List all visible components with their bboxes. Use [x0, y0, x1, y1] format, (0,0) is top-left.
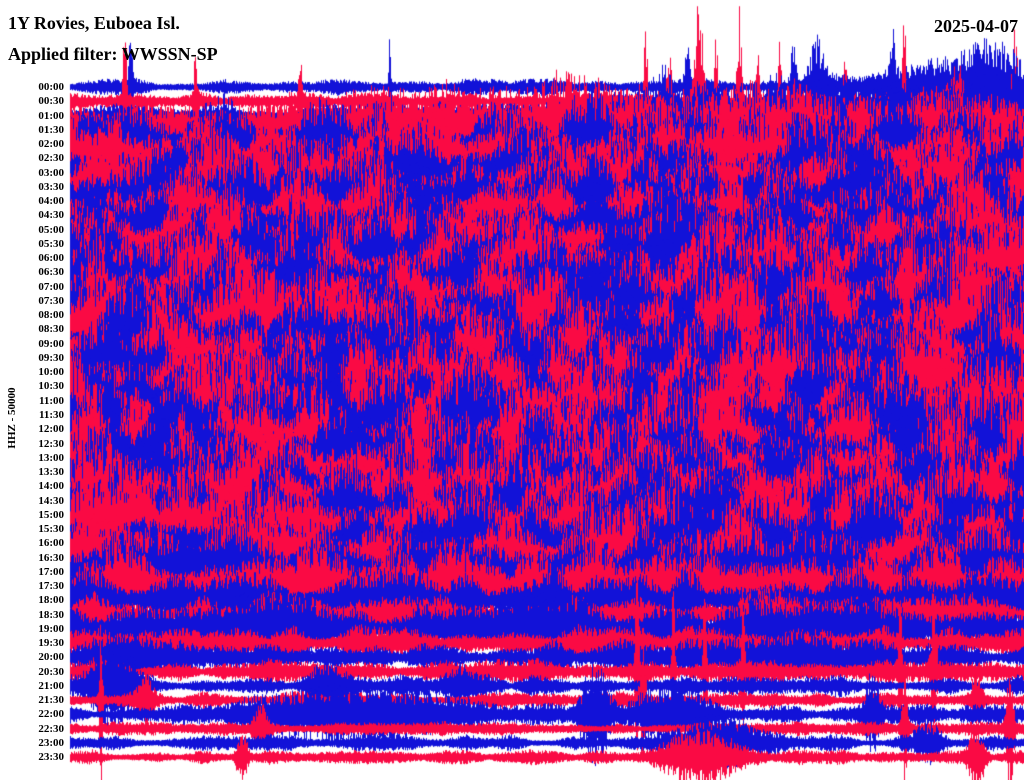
- helicorder-page: 1Y Rovies, Euboea Isl. Applied filter: W…: [0, 0, 1024, 780]
- time-label: 06:30: [0, 267, 64, 278]
- time-label: 16:00: [0, 538, 64, 549]
- time-label: 02:00: [0, 139, 64, 150]
- time-label: 17:00: [0, 567, 64, 578]
- helicorder-plot-canvas: [0, 0, 1024, 780]
- time-label: 03:30: [0, 182, 64, 193]
- time-label: 02:30: [0, 153, 64, 164]
- time-label: 08:30: [0, 324, 64, 335]
- time-label: 04:00: [0, 196, 64, 207]
- time-label: 00:00: [0, 82, 64, 93]
- time-label: 06:00: [0, 253, 64, 264]
- time-label: 20:00: [0, 652, 64, 663]
- time-label: 07:30: [0, 296, 64, 307]
- time-label: 10:00: [0, 367, 64, 378]
- time-label: 17:30: [0, 581, 64, 592]
- channel-scale-label: HHZ - 50000: [6, 387, 18, 448]
- time-label: 01:00: [0, 111, 64, 122]
- time-label: 14:30: [0, 496, 64, 507]
- time-label: 04:30: [0, 210, 64, 221]
- time-label: 01:30: [0, 125, 64, 136]
- time-label: 19:00: [0, 624, 64, 635]
- time-label: 15:30: [0, 524, 64, 535]
- time-label: 05:30: [0, 239, 64, 250]
- time-label: 15:00: [0, 510, 64, 521]
- time-label: 14:00: [0, 481, 64, 492]
- time-label: 08:00: [0, 310, 64, 321]
- time-label: 16:30: [0, 553, 64, 564]
- time-label: 22:30: [0, 724, 64, 735]
- time-label: 23:30: [0, 752, 64, 763]
- time-label: 19:30: [0, 638, 64, 649]
- time-label: 23:00: [0, 738, 64, 749]
- time-label: 05:00: [0, 225, 64, 236]
- time-label: 09:00: [0, 339, 64, 350]
- time-label: 00:30: [0, 96, 64, 107]
- time-label: 18:30: [0, 610, 64, 621]
- time-label: 18:00: [0, 595, 64, 606]
- time-label: 20:30: [0, 667, 64, 678]
- time-label: 13:00: [0, 453, 64, 464]
- date-label: 2025-04-07: [934, 16, 1018, 37]
- time-label: 09:30: [0, 353, 64, 364]
- time-label: 03:00: [0, 168, 64, 179]
- time-label: 21:30: [0, 695, 64, 706]
- time-label: 22:00: [0, 709, 64, 720]
- time-label: 21:00: [0, 681, 64, 692]
- time-label: 13:30: [0, 467, 64, 478]
- time-label: 07:00: [0, 282, 64, 293]
